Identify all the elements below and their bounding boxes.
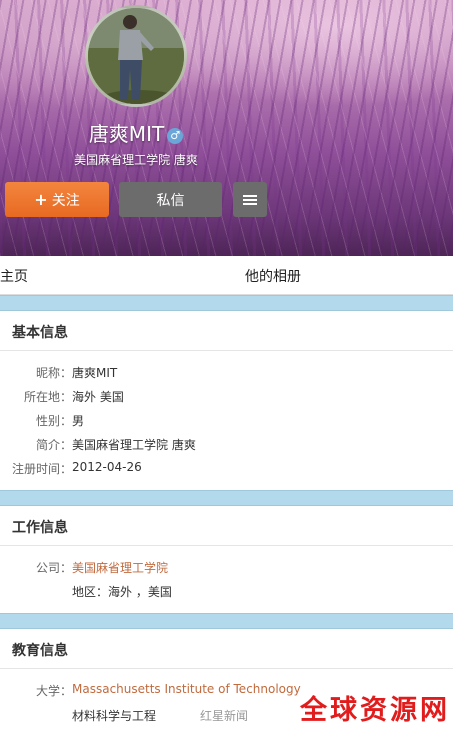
plus-icon: + [34,190,48,209]
info-row-registered: 注册时间： 2012-04-26 [0,460,453,476]
work-info-title: 工作信息 [0,506,453,546]
school-link[interactable]: Massachusetts Institute of Technology [72,682,301,696]
education-major: 材料科学与工程 [72,709,157,723]
education-info-title: 教育信息 [0,629,453,669]
info-value: 唐爽MIT [72,366,118,380]
work-region-row: 地区：海外 ，美国 [0,583,453,599]
profile-name-row: 唐爽MIT ♂ [0,118,272,147]
info-key: 大学： [35,684,72,698]
follow-button[interactable]: + 关注 [5,182,109,217]
info-value: 海外 美国 [72,390,124,404]
message-label: 私信 [156,192,185,209]
tab-albums[interactable]: 他的相册 [245,266,301,286]
company-link[interactable]: 美国麻省理工学院 [72,559,168,576]
info-key: 简介： [35,438,72,452]
info-key: 性别： [35,414,72,428]
info-value: 2012-04-26 [72,460,142,474]
info-row-gender: 性别： 男 [0,412,453,428]
info-row-nickname: 昵称： 唐爽MIT [0,364,453,380]
info-key: 所在地： [23,390,72,404]
info-key: 昵称： [35,366,72,380]
follow-label: 关注 [51,192,80,209]
hamburger-icon [243,194,257,205]
profile-name: 唐爽MIT [88,122,165,146]
basic-info-title: 基本信息 [0,311,453,351]
avatar[interactable] [85,5,187,107]
section-divider [0,490,453,506]
info-row-intro: 简介： 美国麻省理工学院 唐爽 [0,436,453,452]
male-gender-icon: ♂ [167,128,184,144]
section-divider [0,613,453,629]
work-company-row: 公司： 美国麻省理工学院 [0,559,453,575]
profile-cover: 唐爽MIT ♂ 美国麻省理工学院 唐爽 + 关注 私信 [0,0,453,256]
info-key: 公司： [35,561,72,575]
work-region: 地区：海外 ，美国 [72,585,172,599]
info-key: 注册时间： [11,462,72,476]
info-row-location: 所在地： 海外 美国 [0,388,453,404]
section-divider [0,295,453,311]
tab-home[interactable]: 主页 [0,266,28,286]
profile-tabs: 主页 他的相册 [0,256,453,295]
info-value: 美国麻省理工学院 唐爽 [72,438,196,452]
site-watermark: 全球资源网 [300,695,450,726]
more-menu-button[interactable] [233,182,267,217]
message-button[interactable]: 私信 [119,182,222,217]
faint-watermark: 红星新闻 [200,709,249,723]
info-value: 男 [72,414,85,428]
profile-bio: 美国麻省理工学院 唐爽 [74,153,198,167]
